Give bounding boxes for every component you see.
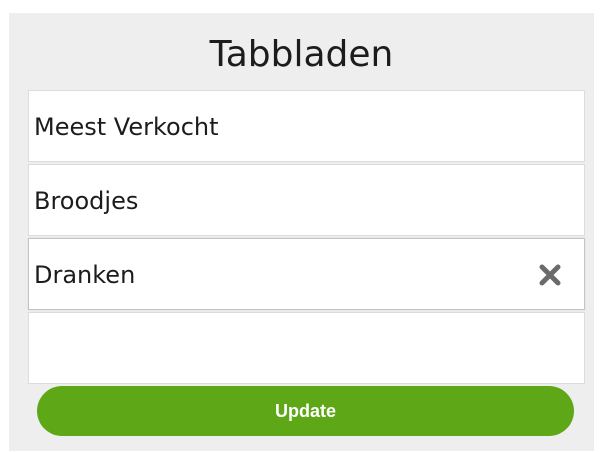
tab-item-meest-verkocht[interactable]: Meest Verkocht bbox=[28, 90, 585, 162]
tab-item-label: Meest Verkocht bbox=[34, 113, 219, 141]
tab-list: Meest Verkocht Broodjes Dranken bbox=[28, 90, 585, 386]
tab-item-new[interactable] bbox=[28, 312, 585, 384]
new-tab-input[interactable] bbox=[29, 313, 584, 383]
panel-title: Tabbladen bbox=[209, 34, 394, 75]
tab-item-dranken[interactable]: Dranken bbox=[28, 238, 585, 310]
tabs-panel: Tabbladen Meest Verkocht Broodjes Dranke… bbox=[9, 13, 594, 451]
close-icon[interactable] bbox=[538, 263, 562, 287]
tab-item-label: Dranken bbox=[34, 261, 136, 289]
tab-item-broodjes[interactable]: Broodjes bbox=[28, 164, 585, 236]
close-icon-glyph bbox=[539, 264, 561, 286]
tab-item-label: Broodjes bbox=[34, 187, 139, 215]
update-button[interactable]: Update bbox=[37, 386, 574, 436]
